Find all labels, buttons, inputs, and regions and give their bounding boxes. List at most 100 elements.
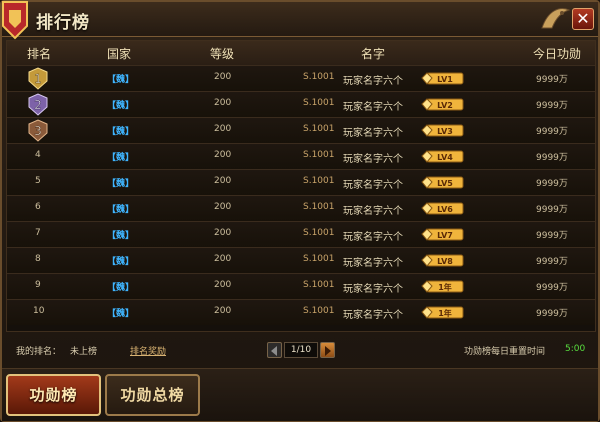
country-cell: 【魏】 [107, 179, 135, 189]
table-row[interactable]: 6 【魏】 200 S.1001 玩家名字六个 LV6 9999万 [7, 195, 595, 221]
country-cell: 【魏】 [107, 283, 135, 293]
player-name: 玩家名字六个 [343, 154, 403, 165]
table-row[interactable]: 5 【魏】 200 S.1001 玩家名字六个 LV5 9999万 [7, 169, 595, 195]
tab-merit-rank[interactable]: 功勋榜 [6, 374, 101, 416]
svg-text:1年: 1年 [438, 308, 452, 318]
country-cell: 【魏】 [107, 231, 135, 241]
table-row[interactable]: 4 【魏】 200 S.1001 玩家名字六个 LV4 9999万 [7, 143, 595, 169]
server-cell: S.1001 [303, 306, 335, 316]
header-country: 国家 [107, 47, 132, 61]
country-cell: 【魏】 [107, 101, 135, 111]
rank-cell: 4 [35, 150, 41, 160]
server-cell: S.1001 [303, 228, 335, 238]
player-name: 玩家名字六个 [343, 258, 403, 269]
rank-cell: 7 [35, 228, 41, 238]
level-cell: 200 [214, 150, 232, 160]
svg-text:LV2: LV2 [437, 101, 453, 110]
diamond-vip-icon: 1年 [421, 280, 464, 293]
diamond-vip-icon: LV8 [421, 254, 464, 267]
server-cell: S.1001 [303, 280, 335, 290]
country-cell: 【魏】 [107, 75, 135, 85]
level-cell: 200 [214, 124, 232, 134]
svg-text:LV7: LV7 [437, 231, 453, 240]
country-cell: 【魏】 [107, 257, 135, 267]
merit-cell: 9999万 [536, 153, 568, 163]
level-cell: 200 [214, 280, 232, 290]
server-cell: S.1001 [303, 202, 335, 212]
level-cell: 200 [214, 254, 232, 264]
reset-time-label: 功勋榜每日重置时间 [464, 347, 546, 357]
svg-text:1: 1 [34, 72, 42, 86]
gold-medal-icon: 1 [28, 67, 48, 90]
svg-text:LV1: LV1 [437, 75, 453, 84]
table-row[interactable]: 3 【魏】 200 S.1001 玩家名字六个 LV3 9999万 [7, 117, 595, 143]
country-cell: 【魏】 [107, 309, 135, 319]
next-page-button[interactable] [320, 342, 335, 358]
player-name: 玩家名字六个 [343, 128, 403, 139]
diamond-vip-icon: LV1 [421, 72, 464, 85]
level-cell: 200 [214, 72, 232, 82]
country-cell: 【魏】 [107, 127, 135, 137]
rank-cell: 10 [33, 306, 45, 316]
svg-text:1年: 1年 [438, 282, 452, 292]
ranking-window: 排行榜 ✕ 排名 国家 等级 名字 今日功勋 1 【魏】 200 S.1001 … [0, 0, 600, 422]
arrow-right-icon [325, 346, 331, 356]
country-cell: 【魏】 [107, 205, 135, 215]
table-row[interactable]: 2 【魏】 200 S.1001 玩家名字六个 LV2 9999万 [7, 91, 595, 117]
table-row[interactable]: 1 【魏】 200 S.1001 玩家名字六个 LV1 9999万 [7, 65, 595, 91]
diamond-vip-icon: LV4 [421, 150, 464, 163]
level-cell: 200 [214, 228, 232, 238]
header-level: 等级 [210, 47, 235, 61]
svg-text:LV6: LV6 [437, 205, 453, 214]
dragon-ornament-icon [541, 8, 571, 29]
diamond-vip-icon: LV6 [421, 202, 464, 215]
page-indicator: 1/10 [284, 342, 318, 358]
level-cell: 200 [214, 202, 232, 212]
close-icon: ✕ [576, 9, 590, 28]
svg-text:3: 3 [34, 124, 42, 138]
table-row[interactable]: 10 【魏】 200 S.1001 玩家名字六个 1年 9999万 [7, 299, 595, 325]
tab-merit-total-rank[interactable]: 功勋总榜 [105, 374, 200, 416]
diamond-vip-icon: LV5 [421, 176, 464, 189]
svg-text:LV4: LV4 [437, 153, 453, 162]
player-name: 玩家名字六个 [343, 310, 403, 321]
player-name: 玩家名字六个 [343, 232, 403, 243]
reset-time-value: 5:00 [565, 344, 586, 354]
footer-bar: 我的排名： 未上榜 排名奖励 1/10 功勋榜每日重置时间 5:00 [6, 334, 596, 368]
bronze-medal-icon: 3 [28, 119, 48, 142]
merit-cell: 9999万 [536, 257, 568, 267]
player-name: 玩家名字六个 [343, 180, 403, 191]
player-name: 玩家名字六个 [343, 102, 403, 113]
merit-cell: 9999万 [536, 101, 568, 111]
rank-reward-link[interactable]: 排名奖励 [130, 344, 166, 357]
svg-text:LV3: LV3 [437, 127, 453, 136]
merit-cell: 9999万 [536, 179, 568, 189]
header-name: 名字 [361, 47, 386, 61]
title-bar: 排行榜 ✕ [2, 1, 598, 40]
table-row[interactable]: 7 【魏】 200 S.1001 玩家名字六个 LV7 9999万 [7, 221, 595, 247]
table-row[interactable]: 8 【魏】 200 S.1001 玩家名字六个 LV8 9999万 [7, 247, 595, 273]
merit-cell: 9999万 [536, 75, 568, 85]
merit-cell: 9999万 [536, 309, 568, 319]
player-name: 玩家名字六个 [343, 76, 403, 87]
table-row[interactable]: 9 【魏】 200 S.1001 玩家名字六个 1年 9999万 [7, 273, 595, 299]
header-merit: 今日功勋 [533, 47, 582, 61]
level-cell: 200 [214, 176, 232, 186]
diamond-vip-icon: LV2 [421, 98, 464, 111]
table-header: 排名 国家 等级 名字 今日功勋 [7, 41, 595, 65]
diamond-vip-icon: LV3 [421, 124, 464, 137]
rank-cell: 5 [35, 176, 41, 186]
rank-cell: 9 [35, 280, 41, 290]
svg-text:LV5: LV5 [437, 179, 453, 188]
close-button[interactable]: ✕ [572, 8, 594, 30]
header-rank: 排名 [27, 47, 52, 61]
diamond-vip-icon: 1年 [421, 306, 464, 319]
my-rank-value: 未上榜 [70, 347, 98, 357]
player-name: 玩家名字六个 [343, 206, 403, 217]
server-cell: S.1001 [303, 254, 335, 264]
rank-cell: 6 [35, 202, 41, 212]
level-cell: 200 [214, 98, 232, 108]
prev-page-button[interactable] [267, 342, 282, 358]
silver-medal-icon: 2 [28, 93, 48, 116]
server-cell: S.1001 [303, 150, 335, 160]
